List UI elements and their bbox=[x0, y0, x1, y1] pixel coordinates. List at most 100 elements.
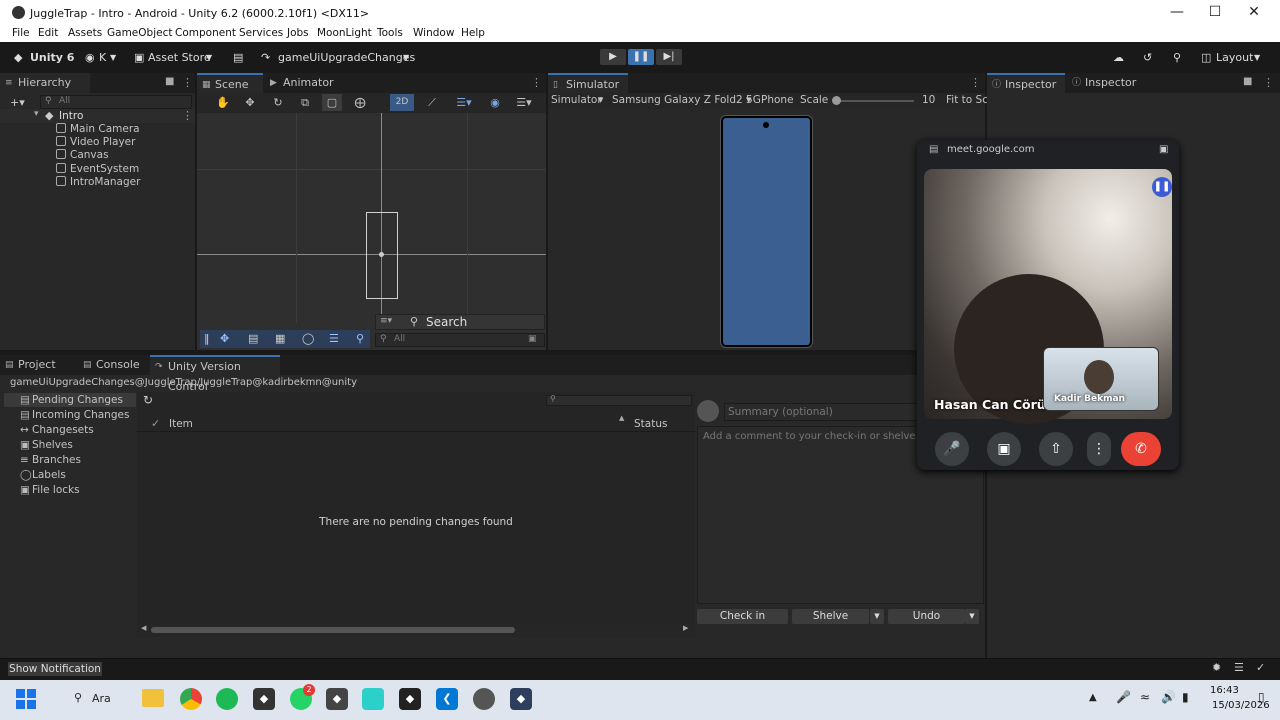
branch-selector[interactable]: gameUiUpgradeChanges bbox=[278, 51, 415, 64]
menu-gameobject[interactable]: GameObject bbox=[107, 27, 172, 39]
battery-icon[interactable]: ▮ bbox=[1182, 690, 1189, 704]
unity-editor-icon[interactable]: ◆ bbox=[399, 688, 421, 710]
pause-button[interactable]: ❚❚ bbox=[628, 49, 654, 65]
menu-assets[interactable]: Assets bbox=[68, 27, 102, 39]
back-to-tab-icon[interactable]: ▣ bbox=[1159, 144, 1168, 155]
menu-window[interactable]: Window bbox=[413, 27, 454, 39]
settings-icon[interactable]: ✹ bbox=[1212, 661, 1221, 674]
rotate-tool-icon[interactable]: ↻ bbox=[268, 94, 288, 111]
move-tool-icon[interactable]: ✥ bbox=[240, 94, 260, 111]
show-notification-button[interactable]: Show Notification bbox=[8, 662, 102, 676]
undo-button[interactable]: Undo bbox=[888, 609, 965, 624]
grid-icon[interactable]: ▤ bbox=[248, 332, 258, 345]
transform-tool-icon[interactable]: ⨁ bbox=[350, 94, 370, 111]
refresh-icon[interactable]: ↻ bbox=[143, 393, 153, 407]
asset-store-button[interactable]: Asset Store bbox=[148, 51, 211, 64]
tab-console[interactable]: ▤ Console bbox=[78, 355, 146, 375]
scroll-right-icon[interactable]: ▶ bbox=[683, 624, 688, 632]
unity-project-icon[interactable]: ◆ bbox=[510, 688, 532, 710]
changes-search-input[interactable]: ⚲ bbox=[546, 394, 692, 406]
check-icon[interactable]: ✓ bbox=[1256, 661, 1265, 674]
hierarchy-item[interactable]: Main Camera bbox=[56, 123, 140, 135]
lock-icon[interactable]: ■ bbox=[165, 76, 174, 87]
scene-row[interactable]: ▾ ◆ Intro ⋮ bbox=[0, 109, 195, 123]
vcs-menu-icon[interactable]: ▤ bbox=[233, 51, 243, 64]
unity-hub-icon[interactable]: ◆ bbox=[253, 688, 275, 710]
fit-to-screen-toggle[interactable]: Fit to Sc bbox=[946, 94, 988, 106]
column-item[interactable]: Item bbox=[169, 418, 193, 430]
zoom-icon[interactable]: ⚲ bbox=[356, 332, 364, 345]
sort-icon[interactable]: ▲ bbox=[619, 414, 624, 422]
chevron-down-icon[interactable]: ▾ bbox=[34, 109, 39, 119]
menu-file[interactable]: File bbox=[12, 27, 30, 39]
nav-incoming-changes[interactable]: ▤ Incoming Changes bbox=[20, 409, 129, 421]
move-icon[interactable]: ✥ bbox=[220, 332, 229, 345]
phone-label[interactable]: Phone bbox=[761, 94, 794, 106]
chevron-down-icon[interactable]: ▼ bbox=[746, 96, 751, 104]
tab-project[interactable]: ▤ Project bbox=[0, 355, 70, 375]
microphone-icon[interactable]: 🎤 bbox=[1116, 690, 1131, 704]
cloud-icon[interactable]: ☁ bbox=[1113, 51, 1124, 64]
select-all-checkbox[interactable]: ✓ bbox=[151, 417, 160, 430]
scene-filter-input[interactable]: ⚲ All ▣ bbox=[375, 333, 545, 347]
tab-simulator[interactable]: ▯ Simulator bbox=[548, 73, 628, 93]
hierarchy-item[interactable]: Video Player bbox=[56, 136, 135, 148]
menu-edit[interactable]: Edit bbox=[38, 27, 58, 39]
unity-icon[interactable]: ◆ bbox=[326, 688, 348, 710]
close-icon[interactable]: ✕ bbox=[1239, 4, 1269, 20]
nav-labels[interactable]: ◯Labels bbox=[20, 469, 66, 481]
taskbar-search[interactable]: ⚲ Ara bbox=[66, 689, 120, 711]
scale-tool-icon[interactable]: ⧉ bbox=[295, 94, 315, 111]
chrome-icon[interactable] bbox=[180, 688, 202, 710]
menu-icon[interactable]: ≡▾ bbox=[380, 316, 392, 326]
step-button[interactable]: ▶| bbox=[656, 49, 682, 65]
device-dropdown[interactable]: Samsung Galaxy Z Fold2 5G bbox=[612, 94, 761, 106]
more-options-icon[interactable]: ⋮ bbox=[182, 76, 193, 89]
phone-screen[interactable] bbox=[721, 116, 812, 347]
windows-start-icon[interactable] bbox=[16, 689, 36, 709]
more-options-icon[interactable]: ⋮ bbox=[1087, 432, 1111, 466]
notification-bell-icon[interactable]: ▯ bbox=[1258, 690, 1265, 704]
chevron-down-icon[interactable]: ▼ bbox=[403, 53, 409, 62]
app-icon[interactable] bbox=[362, 688, 384, 710]
scale-slider-handle[interactable] bbox=[832, 96, 841, 105]
lock-icon[interactable]: ■ bbox=[1243, 76, 1252, 87]
search-icon[interactable]: ⚲ bbox=[1173, 51, 1181, 64]
file-explorer-icon[interactable] bbox=[142, 689, 164, 707]
present-screen-icon[interactable]: ⇧ bbox=[1039, 432, 1073, 466]
2d-toggle[interactable]: 2D bbox=[390, 94, 414, 111]
hierarchy-item[interactable]: EventSystem bbox=[56, 163, 139, 175]
menu-services[interactable]: Services bbox=[239, 27, 283, 39]
scale-value[interactable]: 10 bbox=[922, 94, 935, 106]
menu-moonlight[interactable]: MoonLight bbox=[317, 27, 372, 39]
layers-icon[interactable]: ☰▾ bbox=[450, 94, 478, 111]
more-options-icon[interactable]: ⋮ bbox=[182, 109, 193, 122]
history-icon[interactable]: ↺ bbox=[1143, 51, 1152, 64]
expand-icon[interactable]: ▣ bbox=[528, 334, 537, 344]
lighting-toggle-icon[interactable]: ⟋ bbox=[422, 94, 442, 111]
add-button[interactable]: +▾ bbox=[10, 96, 25, 109]
menu-component[interactable]: Component bbox=[175, 27, 236, 39]
undo-dropdown-icon[interactable]: ▼ bbox=[965, 609, 979, 624]
end-call-icon[interactable]: ✆ bbox=[1121, 432, 1161, 466]
more-options-icon[interactable]: ⋮ bbox=[1263, 76, 1274, 89]
whatsapp-icon[interactable]: 2 bbox=[290, 684, 315, 710]
scene-search-overlay[interactable]: ≡▾ ⚲ Search bbox=[375, 314, 545, 330]
microphone-icon[interactable]: 🎤 bbox=[935, 432, 969, 466]
spotify-icon[interactable] bbox=[216, 688, 238, 710]
minimize-icon[interactable]: — bbox=[1162, 4, 1192, 20]
nav-pending-changes[interactable]: ▤ Pending Changes bbox=[20, 394, 123, 406]
account-button[interactable]: K bbox=[99, 51, 106, 64]
more-options-icon[interactable]: ⋮ bbox=[970, 76, 981, 89]
camera-icon[interactable]: ▣ bbox=[987, 432, 1021, 466]
chevron-down-icon[interactable]: ▼ bbox=[110, 53, 116, 62]
column-status[interactable]: Status bbox=[634, 418, 667, 430]
snap-icon[interactable]: ▦ bbox=[275, 332, 285, 345]
nav-shelves[interactable]: ▣ Shelves bbox=[20, 439, 73, 451]
tab-animator[interactable]: ▶ Animator bbox=[265, 73, 351, 93]
chevron-down-icon[interactable]: ▼ bbox=[206, 53, 212, 62]
shelve-button[interactable]: Shelve bbox=[792, 609, 869, 624]
horizontal-scrollbar[interactable]: ◀ ▶ bbox=[137, 624, 695, 636]
account-icon[interactable]: ◉ bbox=[85, 51, 95, 64]
tab-inspector-2[interactable]: ⓘ Inspector bbox=[1067, 73, 1145, 93]
